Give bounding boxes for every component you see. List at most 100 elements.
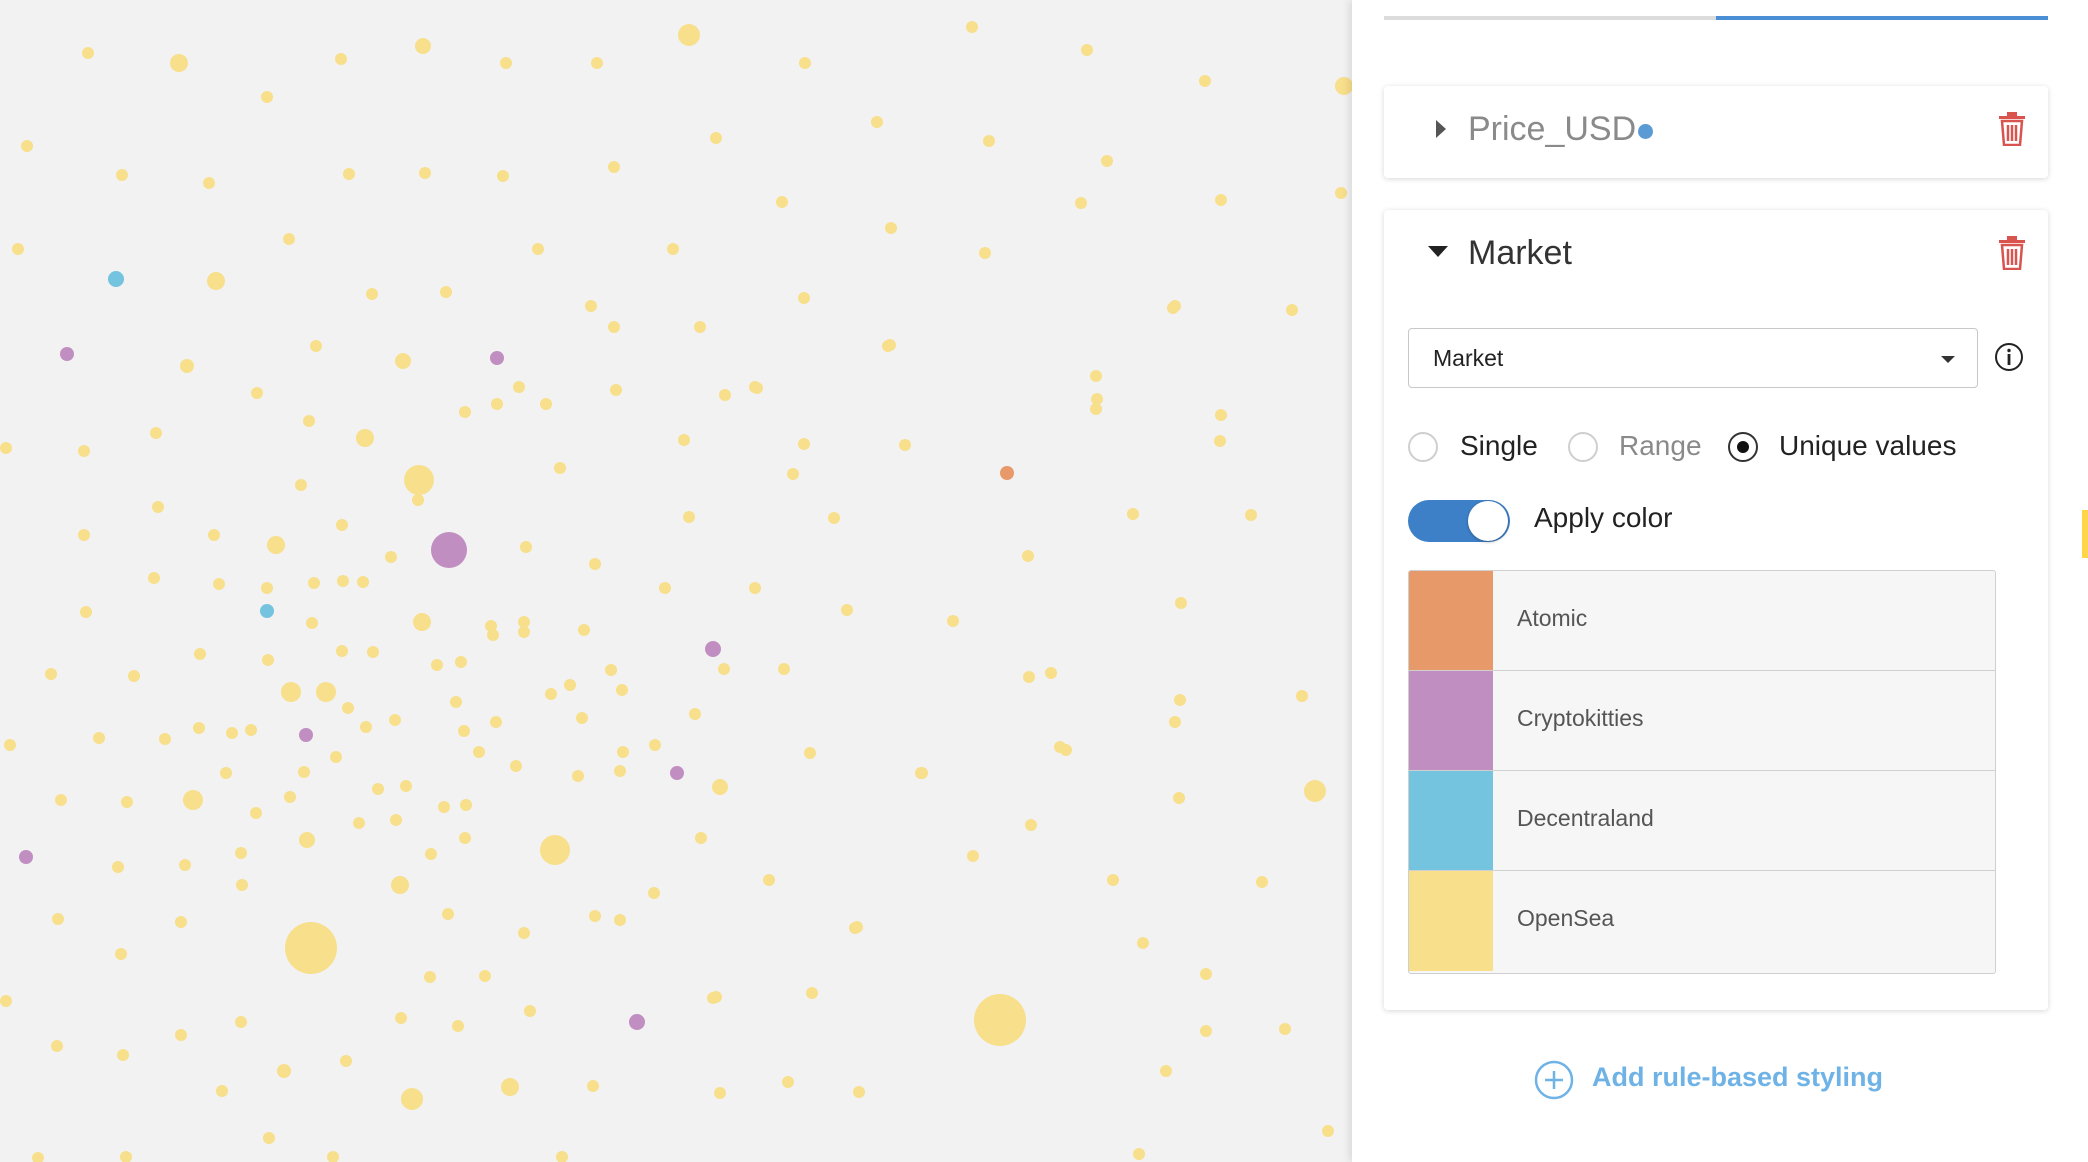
map-point-opensea[interactable] — [415, 38, 431, 54]
map-point-opensea[interactable] — [608, 161, 620, 173]
map-point-opensea[interactable] — [112, 861, 124, 873]
map-point-opensea[interactable] — [235, 847, 247, 859]
map-point-opensea[interactable] — [1322, 1125, 1334, 1137]
map-point-opensea[interactable] — [1090, 370, 1102, 382]
map-point-opensea[interactable] — [121, 796, 133, 808]
map-point-opensea[interactable] — [564, 679, 576, 691]
map-point-opensea[interactable] — [1304, 780, 1326, 802]
map-point-opensea[interactable] — [366, 288, 378, 300]
map-point-cryptokitties[interactable] — [431, 532, 467, 568]
map-point-opensea[interactable] — [452, 1020, 464, 1032]
map-point-opensea[interactable] — [78, 445, 90, 457]
map-point-opensea[interactable] — [395, 1012, 407, 1024]
map-point-opensea[interactable] — [213, 578, 225, 590]
map-point-opensea[interactable] — [1296, 690, 1308, 702]
map-point-opensea[interactable] — [614, 914, 626, 926]
map-point-opensea[interactable] — [778, 663, 790, 675]
rule-title[interactable]: Market — [1468, 234, 1572, 273]
map-point-opensea[interactable] — [336, 519, 348, 531]
map-point-opensea[interactable] — [390, 814, 402, 826]
map-point-opensea[interactable] — [356, 429, 374, 447]
radio-range-label[interactable]: Range — [1619, 430, 1702, 462]
map-point-opensea[interactable] — [385, 551, 397, 563]
map-point-opensea[interactable] — [853, 1086, 865, 1098]
map-point-opensea[interactable] — [0, 442, 12, 454]
map-point-opensea[interactable] — [1107, 874, 1119, 886]
map-point-opensea[interactable] — [413, 613, 431, 631]
map-point-opensea[interactable] — [148, 572, 160, 584]
map-point-cryptokitties[interactable] — [670, 766, 684, 780]
map-point-opensea[interactable] — [1137, 937, 1149, 949]
radio-single-label[interactable]: Single — [1460, 430, 1538, 462]
map-point-opensea[interactable] — [610, 384, 622, 396]
map-point-opensea[interactable] — [487, 629, 499, 641]
map-point-opensea[interactable] — [170, 54, 188, 72]
map-point-opensea[interactable] — [330, 751, 342, 763]
map-point-opensea[interactable] — [1169, 716, 1181, 728]
color-swatch[interactable] — [1409, 871, 1493, 971]
map-point-opensea[interactable] — [336, 645, 348, 657]
map-point-opensea[interactable] — [787, 468, 799, 480]
map-point-opensea[interactable] — [884, 339, 896, 351]
map-point-opensea[interactable] — [1133, 1148, 1145, 1160]
map-point-opensea[interactable] — [175, 1029, 187, 1041]
map-point-opensea[interactable] — [1173, 792, 1185, 804]
map-point-opensea[interactable] — [712, 779, 728, 795]
color-swatch[interactable] — [1409, 671, 1493, 770]
map-point-opensea[interactable] — [513, 381, 525, 393]
map-point-opensea[interactable] — [52, 913, 64, 925]
map-point-opensea[interactable] — [401, 1088, 423, 1110]
map-point-decentraland[interactable] — [260, 604, 274, 618]
map-point-opensea[interactable] — [749, 381, 761, 393]
map-point-opensea[interactable] — [1199, 75, 1211, 87]
map-point-opensea[interactable] — [295, 479, 307, 491]
map-point-opensea[interactable] — [207, 272, 225, 290]
map-point-opensea[interactable] — [250, 807, 262, 819]
map-point-decentraland[interactable] — [108, 271, 124, 287]
color-swatch[interactable] — [1409, 771, 1493, 870]
map-point-opensea[interactable] — [804, 747, 816, 759]
map-point-opensea[interactable] — [718, 663, 730, 675]
map-point-opensea[interactable] — [235, 1016, 247, 1028]
map-point-opensea[interactable] — [885, 222, 897, 234]
map-point-opensea[interactable] — [32, 1152, 44, 1162]
map-point-opensea[interactable] — [510, 760, 522, 772]
map-point-opensea[interactable] — [372, 783, 384, 795]
map-point-opensea[interactable] — [518, 616, 530, 628]
radio-unique-values[interactable] — [1728, 432, 1758, 462]
map-point-opensea[interactable] — [335, 53, 347, 65]
map-point-opensea[interactable] — [308, 577, 320, 589]
rule-card-price-usd[interactable]: Price_USD — [1384, 86, 2048, 178]
map-point-opensea[interactable] — [649, 739, 661, 751]
map-point-opensea[interactable] — [915, 767, 927, 779]
map-point-opensea[interactable] — [424, 971, 436, 983]
caret-right-icon[interactable] — [1436, 120, 1446, 138]
map-point-opensea[interactable] — [710, 991, 722, 1003]
map-point-opensea[interactable] — [175, 916, 187, 928]
map-point-opensea[interactable] — [540, 398, 552, 410]
map-point-opensea[interactable] — [1245, 509, 1257, 521]
map-point-opensea[interactable] — [55, 794, 67, 806]
map-point-opensea[interactable] — [342, 702, 354, 714]
map-point-opensea[interactable] — [220, 767, 232, 779]
map-point-opensea[interactable] — [208, 529, 220, 541]
map-point-cryptokitties[interactable] — [629, 1014, 645, 1030]
map-point-opensea[interactable] — [412, 494, 424, 506]
map-point-opensea[interactable] — [617, 746, 629, 758]
map-point-opensea[interactable] — [491, 398, 503, 410]
map-point-opensea[interactable] — [442, 908, 454, 920]
map-point-opensea[interactable] — [678, 434, 690, 446]
map-point-opensea[interactable] — [714, 1087, 726, 1099]
map-point-opensea[interactable] — [459, 832, 471, 844]
map-point-opensea[interactable] — [1174, 694, 1186, 706]
map-point-opensea[interactable] — [841, 604, 853, 616]
map-point-opensea[interactable] — [1060, 744, 1072, 756]
map-point-opensea[interactable] — [327, 1151, 339, 1162]
map-point-opensea[interactable] — [500, 57, 512, 69]
map-point-opensea[interactable] — [1160, 1065, 1172, 1077]
map-point-opensea[interactable] — [524, 1005, 536, 1017]
map-point-opensea[interactable] — [251, 387, 263, 399]
map-point-opensea[interactable] — [501, 1078, 519, 1096]
map-point-opensea[interactable] — [532, 243, 544, 255]
map-point-opensea[interactable] — [283, 233, 295, 245]
